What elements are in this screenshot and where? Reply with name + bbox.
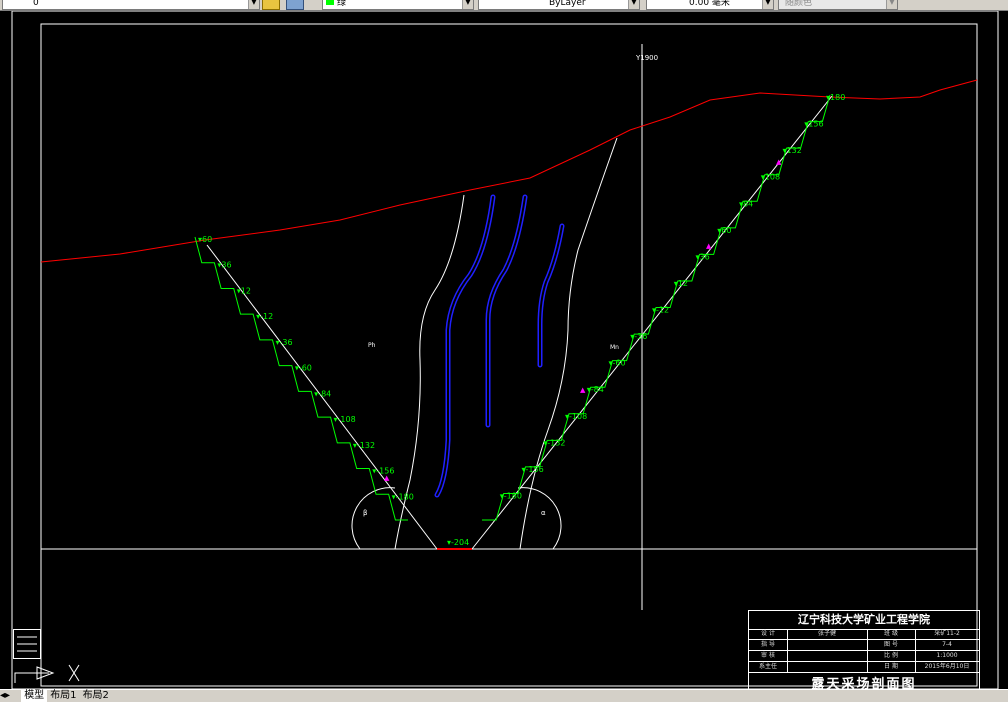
pit-bottom-elevation: ▾-204: [447, 538, 469, 547]
bench-elevation-label: ▾108: [761, 173, 780, 182]
terrain-profile: [40, 79, 978, 263]
bench-elevation-label: ▾12: [674, 279, 688, 288]
chevron-down-icon: ▼: [628, 0, 639, 9]
bench-elevation-label: ▾-60: [609, 359, 626, 368]
drawing-svg: Y1900 β α Ph Mn ▾-204 ▾60 ▾36 ▾12 ▾-12 ▾-36 ▾…: [11, 10, 999, 690]
layer-dropdown[interactable]: 0 ▼: [2, 0, 260, 10]
bench-elevation-label: ▾-108: [334, 415, 356, 424]
bench-elevation-label: ▾60: [198, 235, 212, 244]
pit-bottom-elevation-value: -204: [451, 538, 469, 547]
berm-marker-icon: ▲: [706, 242, 712, 250]
properties-toolbar: 0 ▼ 绿 ▼ ByLayer ▼ 0.00 毫米 ▼ 随颜色 ▼: [0, 0, 1008, 11]
north-arrow-icon: [13, 629, 41, 659]
bench-elevation-label: ▾132: [783, 146, 802, 155]
exploration-line-label: Y1900: [635, 54, 658, 62]
bench-elevation-label: ▾-156: [522, 465, 544, 474]
bench-elevation-label: ▾12: [237, 286, 251, 295]
linetype-dropdown-value: ByLayer: [549, 0, 586, 8]
lineweight-dropdown[interactable]: 0.00 毫米 ▼: [646, 0, 774, 10]
ucs-icon: [13, 661, 83, 689]
layer-dropdown-value: 0: [33, 0, 39, 8]
right-slope-angle-arc: [517, 487, 562, 550]
color-dropdown-value: 绿: [337, 0, 347, 8]
layer-previous-icon[interactable]: [286, 0, 304, 10]
left-rock-label: Ph: [368, 342, 376, 349]
title-block-divider: [915, 629, 916, 672]
row-3-label-1: 审 核: [761, 652, 775, 659]
row-4-label-1: 系主任: [758, 663, 777, 670]
bench-elevation-label: ▾-36: [275, 338, 292, 347]
bench-elevation-label: ▾-180: [500, 491, 522, 500]
layout-tabs-bar: ◂▸ 模型 布局1 布局2: [0, 689, 1008, 702]
bench-elevation-label: ▾-12: [652, 306, 669, 315]
row-1-label-1: 设 计: [761, 630, 775, 637]
lineweight-dropdown-value: 0.00 毫米: [689, 0, 730, 8]
row-4-value-2: 2015年6月10日: [924, 663, 970, 670]
bench-elevation-label: ▾-132: [543, 438, 565, 447]
berm-marker-icon: ▲: [776, 158, 782, 166]
plotstyle-dropdown-value: 随颜色: [785, 0, 813, 8]
bench-elevation-label: ▾84: [739, 199, 753, 208]
orebody-right-boundary: [519, 137, 618, 550]
bench-elevation-label: ▾156: [804, 120, 823, 129]
ore-vein-2-core: [487, 196, 526, 426]
chevron-down-icon: ▼: [248, 0, 259, 9]
row-1-value-1: 张子健: [817, 630, 836, 637]
title-block-institute: 辽宁科技大学矿业工程学院: [749, 611, 979, 630]
tab-model[interactable]: 模型: [21, 690, 48, 702]
tab-layout-1[interactable]: 布局1: [47, 690, 79, 702]
linetype-dropdown[interactable]: ByLayer ▼: [478, 0, 640, 10]
left-bench-group: ▾60▾36▾12▾-12▾-36▾-60▾-84▾-108▾-132▾-156…: [194, 235, 414, 521]
berm-marker-icon: ▲: [580, 386, 586, 394]
row-1-value-2: 采矿11-2: [934, 630, 960, 637]
right-slope-angle-label: α: [541, 509, 546, 517]
title-block-divider: [867, 629, 868, 672]
bench-elevation-label: ▾-132: [353, 441, 375, 450]
tab-scroll-icon[interactable]: ◂▸: [0, 690, 18, 702]
chevron-down-icon: ▼: [886, 0, 897, 9]
left-slope-angle-label: β: [363, 509, 367, 517]
bench-elevation-label: ▾36: [696, 252, 710, 261]
berm-marker-icon: ▲: [384, 474, 390, 482]
row-2-value-2: 7-4: [942, 641, 952, 648]
row-2-label-1: 指 导: [761, 641, 775, 648]
title-block-row-4: 系主任 日 期 2015年6月10日: [749, 662, 979, 673]
title-block-row-1: 设 计 张子健 班 级 采矿11-2: [749, 629, 979, 640]
bench-elevation-label: ▾-84: [314, 389, 331, 398]
bench-elevation-label: ▾180: [826, 93, 845, 102]
chevron-down-icon: ▼: [762, 0, 773, 9]
row-3-label-2: 比 例: [884, 652, 898, 659]
bench-elevation-label: ▾36: [217, 261, 231, 270]
title-block-row-2: 指 导 图 号 7-4: [749, 640, 979, 651]
plotstyle-dropdown[interactable]: 随颜色 ▼: [778, 0, 898, 10]
title-block: 辽宁科技大学矿业工程学院 设 计 张子健 班 级 采矿11-2 指 导 图 号 …: [748, 610, 980, 699]
drawing-canvas[interactable]: Y1900 β α Ph Mn ▾-204 ▾60 ▾36 ▾12 ▾-12 ▾-36 ▾…: [0, 10, 1008, 699]
row-2-label-2: 图 号: [884, 641, 898, 648]
left-slope-angle-arc: [351, 487, 396, 550]
bench-elevation-label: ▾-12: [256, 312, 273, 321]
color-dropdown[interactable]: 绿 ▼: [322, 0, 474, 10]
tab-layout-2[interactable]: 布局2: [80, 690, 112, 702]
chevron-down-icon: ▼: [462, 0, 473, 9]
right-rock-label: Mn: [610, 344, 619, 351]
title-block-divider: [787, 629, 788, 672]
row-3-value-2: 1:1000: [936, 652, 958, 659]
row-1-label-2: 班 级: [884, 630, 898, 637]
bench-elevation-label: ▾60: [717, 226, 731, 235]
bench-elevation-label: ▾-108: [565, 412, 587, 421]
row-4-label-2: 日 期: [884, 663, 898, 670]
ore-vein-3-core: [539, 225, 563, 366]
inner-frame: [40, 23, 978, 687]
bench-elevation-label: ▾-60: [295, 364, 312, 373]
green-swatch-icon: [326, 0, 334, 5]
outer-frame: [11, 10, 999, 690]
bench-elevation-label: ▾-84: [587, 385, 604, 394]
layer-state-icon[interactable]: [262, 0, 280, 10]
bench-elevation-label: ▾-36: [630, 332, 647, 341]
left-benches-profile: [194, 236, 408, 521]
title-block-row-3: 审 核 比 例 1:1000: [749, 651, 979, 662]
bench-elevation-label: ▾-180: [392, 492, 414, 501]
